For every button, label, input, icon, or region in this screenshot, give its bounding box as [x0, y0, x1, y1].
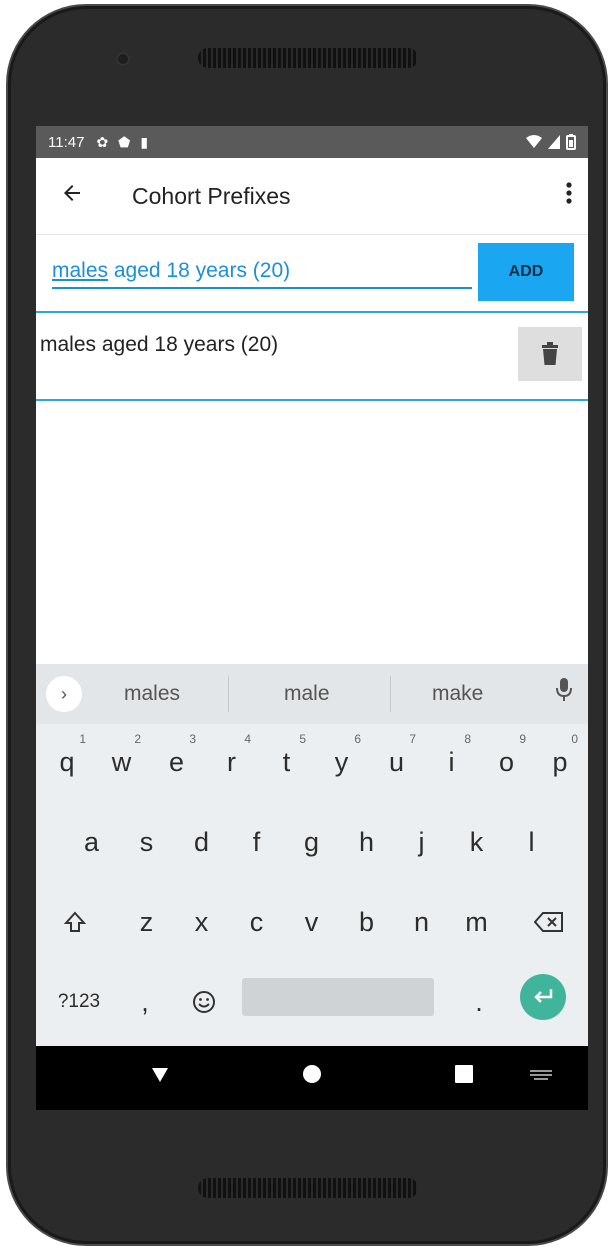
key-j[interactable]: j [394, 804, 449, 880]
key-b[interactable]: b [339, 884, 394, 960]
period-key[interactable]: . [454, 964, 504, 1040]
emoji-icon [193, 991, 215, 1013]
key-x[interactable]: x [174, 884, 229, 960]
key-row-2: a s d f g h j k l [36, 804, 588, 880]
backspace-icon [534, 912, 563, 932]
key-g[interactable]: g [284, 804, 339, 880]
key-d[interactable]: d [174, 804, 229, 880]
status-bar: 11:47 ✿ ⬟ ▮ [36, 126, 588, 158]
key-q[interactable]: q1 [40, 724, 94, 800]
symbols-key[interactable]: ?123 [40, 964, 118, 1040]
sd-card-icon: ▮ [140, 133, 149, 150]
app-bar: Cohort Prefixes [36, 158, 588, 235]
suggestion-strip: › males male make [36, 664, 588, 724]
key-v[interactable]: v [284, 884, 339, 960]
key-r[interactable]: r4 [204, 724, 259, 800]
key-o[interactable]: o9 [479, 724, 534, 800]
add-prefix-row: males aged 18 years (20) ADD [36, 235, 588, 313]
overflow-menu-icon[interactable] [566, 181, 572, 212]
earpiece-speaker [198, 48, 418, 68]
suggestion-divider [390, 676, 391, 712]
key-f[interactable]: f [229, 804, 284, 880]
key-z[interactable]: z [119, 884, 174, 960]
screen: 11:47 ✿ ⬟ ▮ Cohort Prefixes males aged 1… [36, 126, 588, 1110]
key-u[interactable]: u7 [369, 724, 424, 800]
key-e[interactable]: e3 [149, 724, 204, 800]
signal-icon [548, 135, 560, 149]
enter-key[interactable] [520, 974, 566, 1020]
nav-recents-icon[interactable] [454, 1064, 474, 1089]
list-item: males aged 18 years (20) [36, 313, 588, 401]
wifi-icon [526, 135, 542, 148]
list-item-label: males aged 18 years (20) [40, 333, 279, 356]
key-w[interactable]: w2 [94, 724, 149, 800]
nav-back-icon[interactable] [150, 1064, 170, 1089]
nav-home-icon[interactable] [302, 1064, 322, 1089]
key-t[interactable]: t5 [259, 724, 314, 800]
suggestion-3[interactable]: make [432, 682, 483, 706]
delete-button[interactable] [518, 327, 582, 381]
enter-arrow-icon [534, 989, 553, 1003]
shield-icon: ⬟ [118, 133, 131, 150]
key-h[interactable]: h [339, 804, 394, 880]
key-l[interactable]: l [504, 804, 559, 880]
key-n[interactable]: n [394, 884, 449, 960]
space-bar[interactable] [242, 978, 434, 1016]
trash-icon [542, 342, 558, 365]
status-time: 11:47 [48, 133, 85, 151]
keyboard-switch-icon[interactable] [530, 1070, 552, 1089]
shift-key[interactable] [40, 884, 110, 960]
front-camera [116, 52, 130, 66]
prefix-input[interactable]: males aged 18 years (20) [52, 259, 472, 289]
page-title: Cohort Prefixes [132, 182, 291, 209]
key-m[interactable]: m [449, 884, 504, 960]
key-s[interactable]: s [119, 804, 174, 880]
key-c[interactable]: c [229, 884, 284, 960]
key-row-3: z x c v b n m [36, 884, 588, 960]
key-y[interactable]: y6 [314, 724, 369, 800]
bottom-speaker [198, 1178, 418, 1198]
comma-key[interactable]: , [120, 964, 170, 1040]
emoji-key[interactable] [174, 964, 234, 1040]
suggestion-2[interactable]: male [284, 682, 330, 706]
suggestion-divider [228, 676, 229, 712]
settings-icon: ✿ [96, 133, 109, 150]
microphone-icon[interactable] [556, 678, 572, 707]
input-composing-word: males [52, 259, 109, 282]
chevron-right-icon[interactable]: › [46, 676, 82, 712]
key-row-4: ?123 , . [36, 964, 588, 1040]
key-k[interactable]: k [449, 804, 504, 880]
battery-icon [566, 134, 576, 150]
system-nav-bar [36, 1046, 588, 1110]
status-right [526, 134, 576, 150]
add-button[interactable]: ADD [478, 243, 574, 301]
suggestion-1[interactable]: males [124, 682, 180, 706]
back-arrow-icon[interactable] [36, 180, 108, 212]
key-a[interactable]: a [64, 804, 119, 880]
input-value-rest: aged 18 years (20) [108, 259, 291, 282]
backspace-key[interactable] [514, 884, 584, 960]
soft-keyboard: › males male make q1 w2 e3 r4 t5 y6 u7 i… [36, 664, 588, 1046]
key-i[interactable]: i8 [424, 724, 479, 800]
shift-arrow-icon [64, 911, 86, 932]
key-row-1: q1 w2 e3 r4 t5 y6 u7 i8 o9 p0 [36, 724, 588, 800]
key-p[interactable]: p0 [534, 724, 586, 800]
